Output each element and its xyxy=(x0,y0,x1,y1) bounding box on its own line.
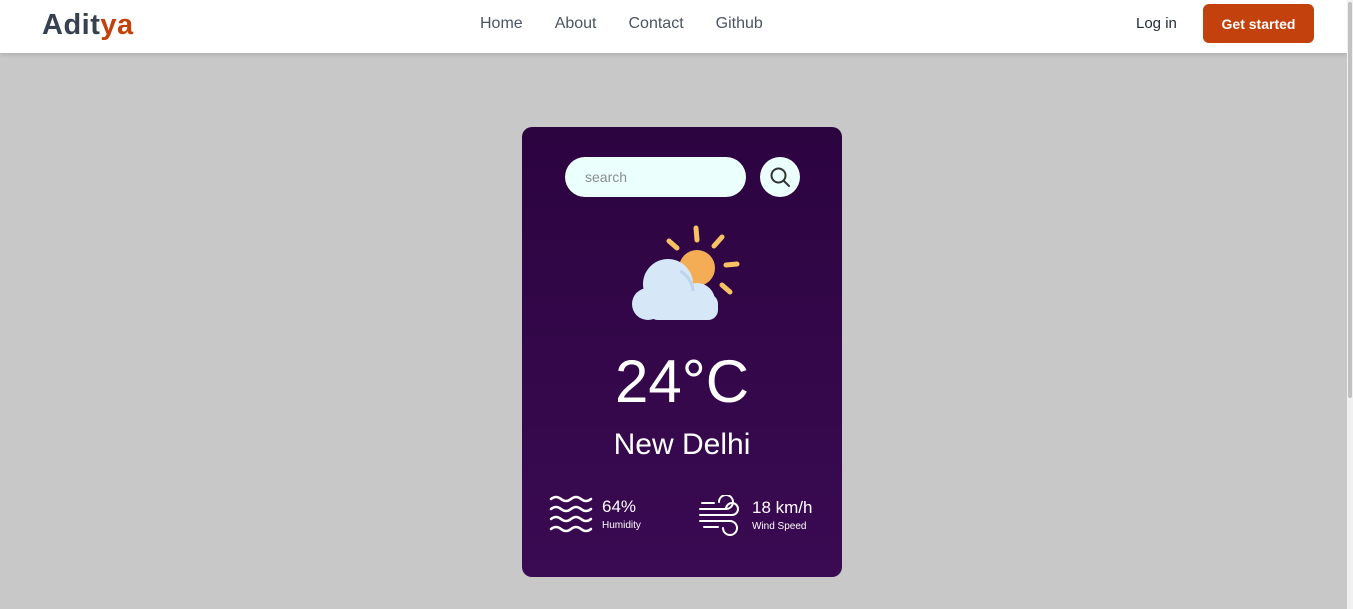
scrollbar-thumb[interactable] xyxy=(1348,2,1352,398)
temperature: 24°C xyxy=(614,348,750,415)
nav-links: Home About Contact Github xyxy=(480,15,763,33)
nav-link-github[interactable]: Github xyxy=(716,15,763,33)
humidity-value: 64% xyxy=(602,497,637,516)
nav-link-contact[interactable]: Contact xyxy=(629,15,684,33)
get-started-button[interactable]: Get started xyxy=(1203,4,1314,43)
navbar: Aditya Home About Contact Github Log in … xyxy=(0,0,1347,53)
login-link[interactable]: Log in xyxy=(1136,15,1177,33)
logo[interactable]: Aditya xyxy=(42,8,134,42)
wind-detail: 18 km/h Wind Speed xyxy=(698,495,812,537)
scrollbar[interactable] xyxy=(1347,0,1353,609)
search-button[interactable] xyxy=(760,157,800,197)
nav-link-about[interactable]: About xyxy=(555,15,597,33)
search-icon xyxy=(770,167,790,187)
wind-value: 18 km/h xyxy=(752,498,813,517)
humidity-label: Humidity xyxy=(602,520,641,531)
weather-card: 24°C New Delhi 64% Humidity xyxy=(522,127,842,577)
humidity-detail: 64% Humidity xyxy=(549,495,641,535)
wind-icon xyxy=(699,495,739,536)
search-input[interactable] xyxy=(565,157,746,197)
partly-cloudy-icon xyxy=(632,225,740,320)
wind-label: Wind Speed xyxy=(752,521,807,532)
logo-accent-text: ya xyxy=(100,9,134,41)
nav-link-home[interactable]: Home xyxy=(480,15,523,33)
logo-text: Adit xyxy=(42,9,101,41)
city-name: New Delhi xyxy=(613,428,751,461)
humidity-waves-icon xyxy=(549,495,593,533)
